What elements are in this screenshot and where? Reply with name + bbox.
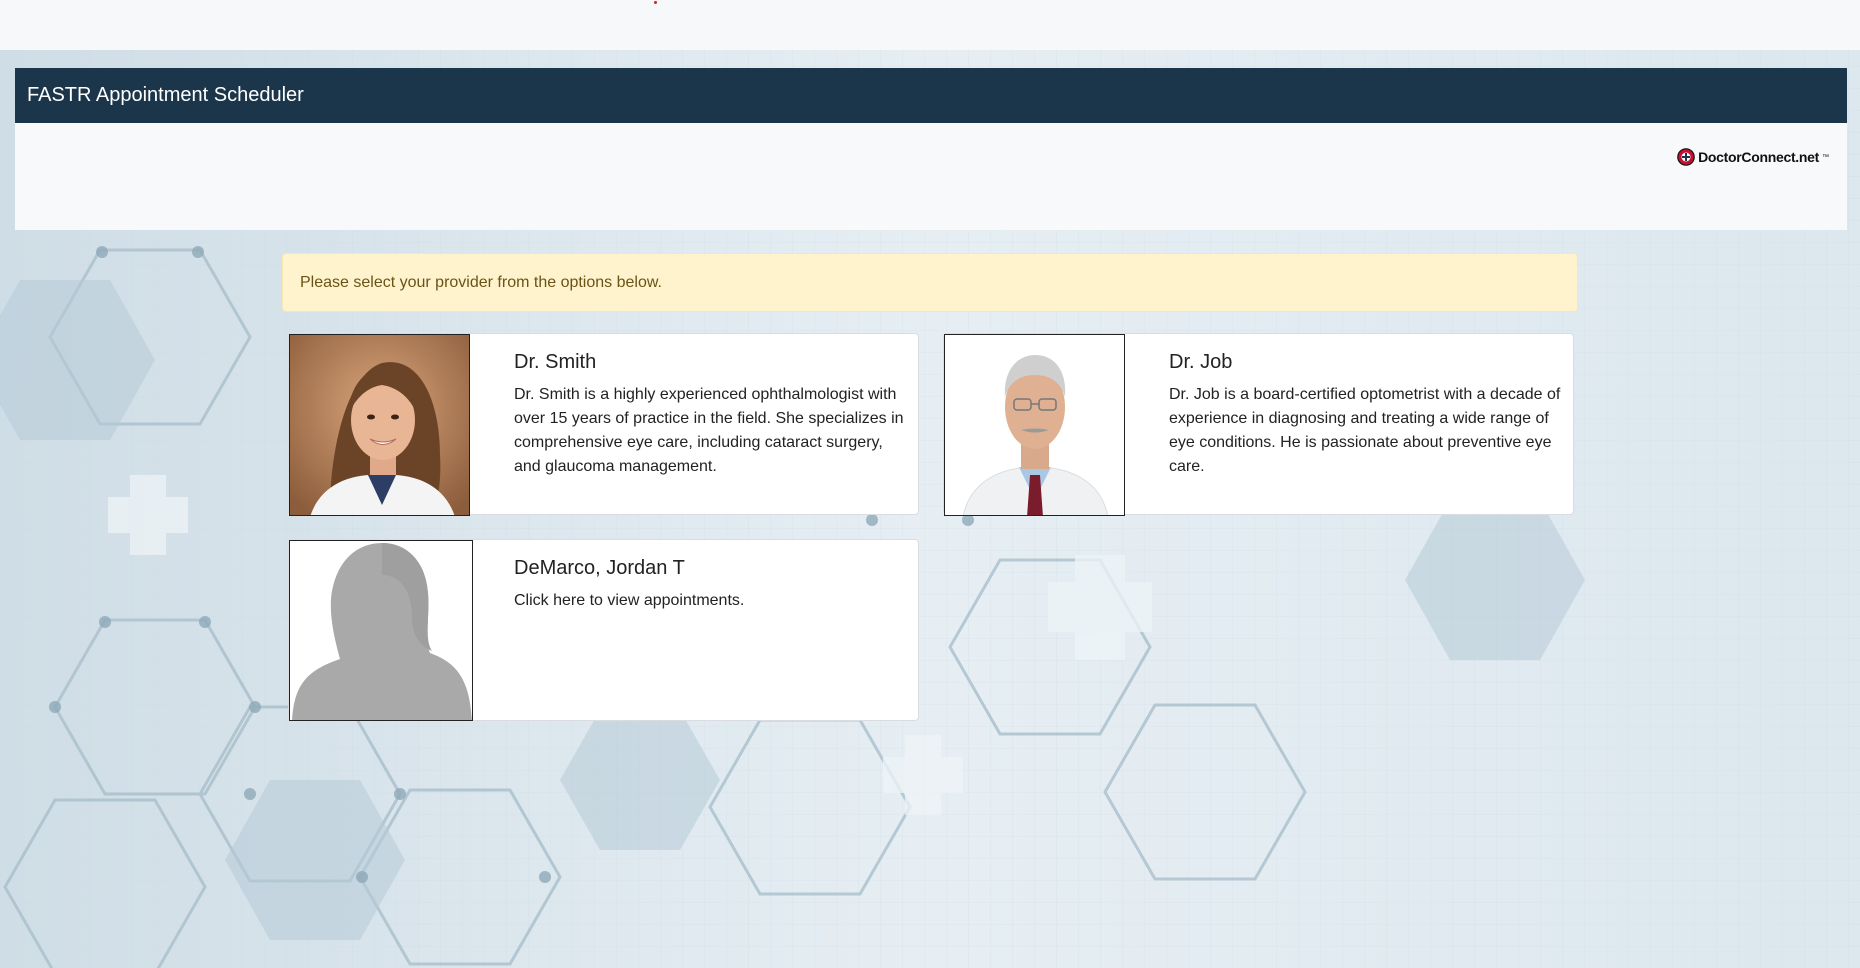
- provider-name: Dr. Smith: [514, 351, 597, 373]
- app-title: FASTR Appointment Scheduler: [27, 84, 304, 106]
- alert-message: Please select your provider from the opt…: [300, 273, 662, 291]
- placeholder-silhouette: [290, 541, 472, 720]
- logo-text: DoctorConnect.net: [1698, 149, 1819, 165]
- doctorconnect-logo[interactable]: DoctorConnect.net ™: [1677, 148, 1829, 166]
- app-header: FASTR Appointment Scheduler: [15, 68, 1847, 123]
- provider-description: Dr. Smith is a highly experienced ophtha…: [514, 386, 904, 475]
- browser-top-strip: [0, 0, 1860, 50]
- provider-name: Dr. Job: [1169, 351, 1233, 373]
- provider-name: DeMarco, Jordan T: [514, 557, 685, 579]
- selection-alert: Please select your provider from the opt…: [282, 253, 1578, 312]
- doctorconnect-logo-icon: [1677, 148, 1695, 166]
- logo-trademark: ™: [1822, 153, 1829, 161]
- provider-description: Dr. Job is a board-certified optometrist…: [1169, 386, 1561, 475]
- provider-card-job[interactable]: Dr. Job Dr. Job is a board-certified opt…: [943, 333, 1574, 516]
- provider-card-smith[interactable]: Dr. Smith Dr. Smith is a highly experien…: [288, 333, 919, 516]
- provider-photo-demarco: [289, 540, 473, 721]
- provider-card-demarco[interactable]: DeMarco, Jordan T Click here to view app…: [288, 539, 919, 721]
- provider-photo-smith: [289, 334, 470, 516]
- woman-portrait: [290, 335, 469, 515]
- header-panel: DoctorConnect.net ™: [15, 123, 1847, 230]
- provider-photo-job: [944, 334, 1125, 516]
- man-portrait: [945, 335, 1124, 515]
- provider-description: Click here to view appointments.: [514, 592, 745, 609]
- red-dot: [654, 1, 657, 4]
